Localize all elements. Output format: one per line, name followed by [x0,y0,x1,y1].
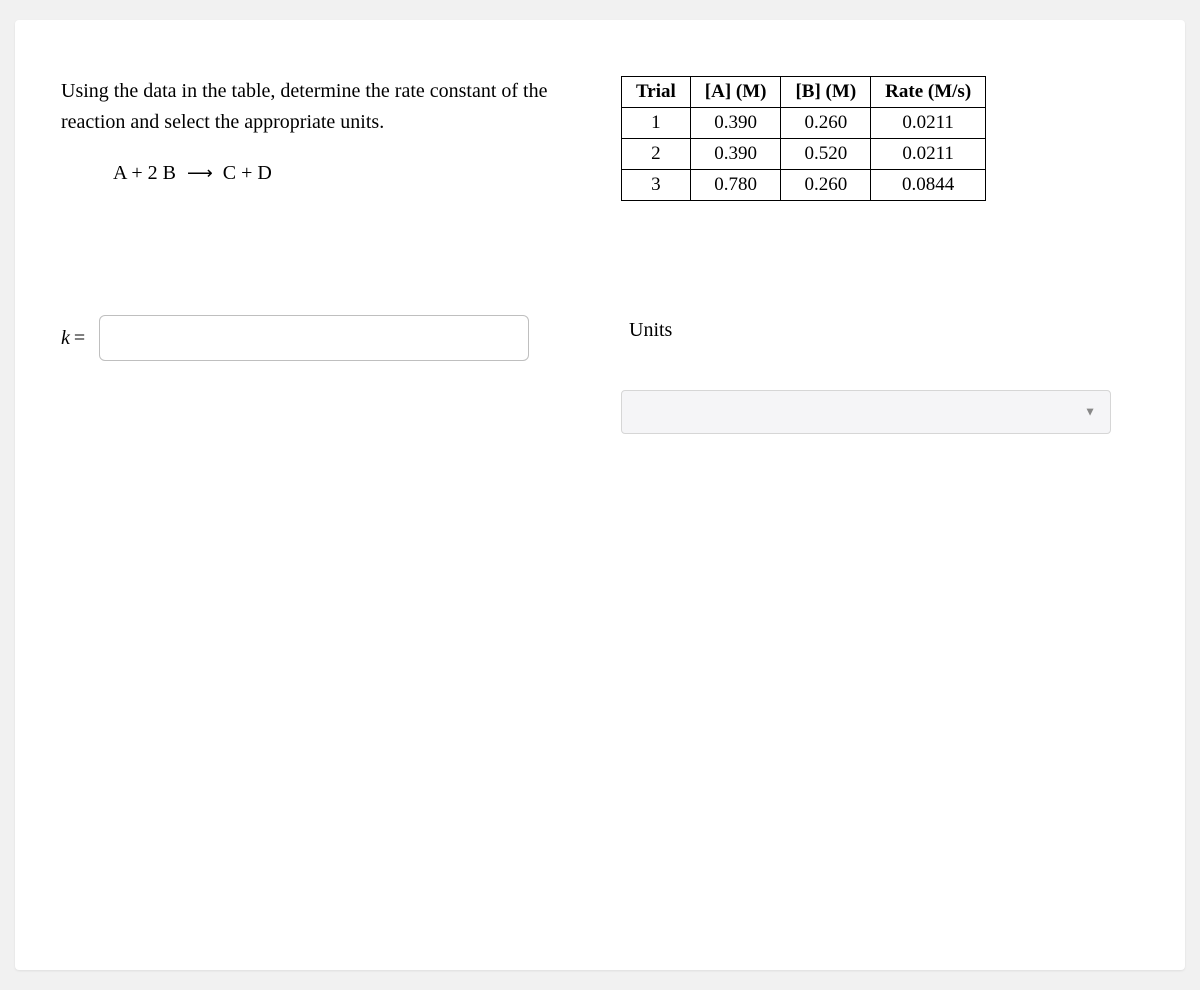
reaction-arrow-icon: ⟶ [187,163,212,184]
cell: 0.0211 [871,108,986,139]
equation-lhs: A + 2 B [113,162,176,184]
cell: 2 [622,139,691,170]
units-select[interactable]: ▼ [621,390,1111,434]
cell: 0.260 [781,170,871,201]
cell: 1 [622,108,691,139]
cell: 0.0211 [871,139,986,170]
units-label: Units [629,319,1139,342]
units-block: Units ▼ [621,319,1139,434]
right-column: Trial [A] (M) [B] (M) Rate (M/s) 1 0.390… [621,76,1139,434]
two-column-layout: Using the data in the table, determine t… [61,76,1139,434]
col-header-rate: Rate (M/s) [871,77,986,108]
table-row: 2 0.390 0.520 0.0211 [622,139,986,170]
cell: 0.390 [690,139,781,170]
table-header-row: Trial [A] (M) [B] (M) Rate (M/s) [622,77,986,108]
cell: 0.390 [690,108,781,139]
left-column: Using the data in the table, determine t… [61,76,601,434]
question-prompt: Using the data in the table, determine t… [61,76,601,138]
col-header-a: [A] (M) [690,77,781,108]
table-row: 3 0.780 0.260 0.0844 [622,170,986,201]
col-header-b: [B] (M) [781,77,871,108]
chevron-down-icon: ▼ [1084,405,1096,420]
cell: 0.0844 [871,170,986,201]
answer-row: k= [61,315,601,361]
cell: 0.520 [781,139,871,170]
reaction-equation: A + 2 B ⟶ C + D [113,162,601,185]
data-table: Trial [A] (M) [B] (M) Rate (M/s) 1 0.390… [621,76,986,201]
rate-constant-input[interactable] [99,315,529,361]
k-label: k= [61,327,85,350]
cell: 3 [622,170,691,201]
equation-rhs: C + D [223,162,272,184]
k-symbol: k [61,327,70,349]
col-header-trial: Trial [622,77,691,108]
table-row: 1 0.390 0.260 0.0211 [622,108,986,139]
question-card: Using the data in the table, determine t… [15,20,1185,970]
cell: 0.780 [690,170,781,201]
equals-sign: = [74,327,85,349]
cell: 0.260 [781,108,871,139]
